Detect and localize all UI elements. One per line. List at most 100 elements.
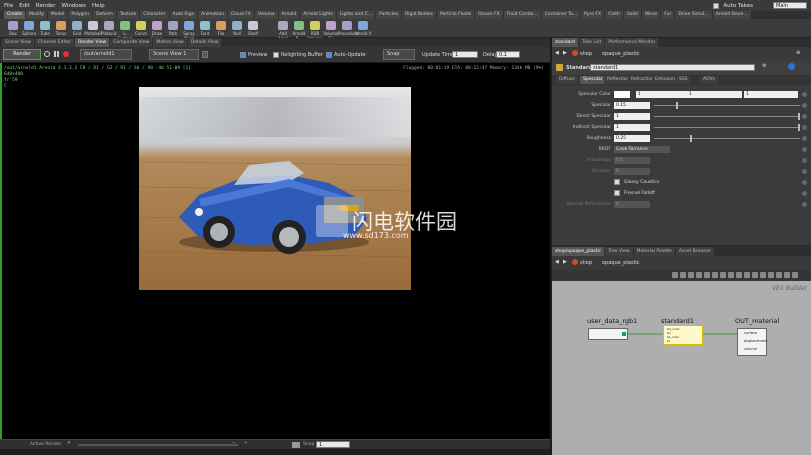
shelf-tab[interactable]: Polygon: [68, 11, 93, 19]
node-name-field[interactable]: standard1: [590, 64, 755, 71]
shelf-tab[interactable]: Create: [4, 11, 25, 19]
menu-edit[interactable]: Edit: [19, 3, 30, 9]
shelf-tab[interactable]: Particles: [376, 11, 402, 19]
network-tool-icon[interactable]: [752, 272, 758, 278]
stop-icon[interactable]: [63, 51, 69, 57]
shelf-tab[interactable]: Character: [140, 11, 169, 19]
slider-knob[interactable]: [675, 102, 678, 109]
network-tab[interactable]: Asset Browser: [675, 247, 714, 256]
viewer-tab[interactable]: Composite View: [110, 38, 153, 47]
shelf-tab[interactable]: Container To...: [541, 11, 581, 19]
shelf-tab[interactable]: Fluid Contai...: [503, 11, 541, 19]
desktop-select[interactable]: Main: [773, 2, 807, 9]
parameter-tab[interactable]: Take List: [578, 38, 605, 47]
parameter-field[interactable]: 1: [614, 124, 650, 131]
plus-icon[interactable]: +: [244, 441, 248, 446]
network-tool-icon[interactable]: [792, 272, 798, 278]
camera-select[interactable]: Scene View 1: [149, 49, 199, 60]
menu-windows[interactable]: Windows: [61, 3, 86, 9]
shelf-tab[interactable]: Auto Rigs: [169, 11, 197, 19]
snapshot-icon[interactable]: [292, 442, 300, 448]
shelf-tab[interactable]: Model: [47, 11, 68, 19]
slider-knob[interactable]: [690, 135, 692, 142]
viewer-tab[interactable]: Details View: [187, 38, 222, 47]
network-path-obj[interactable]: shop: [580, 260, 592, 266]
parameter-field[interactable]: 0.5: [614, 157, 650, 164]
parameter-reset-icon[interactable]: [802, 180, 807, 185]
network-tool-icon[interactable]: [712, 272, 718, 278]
parameter-slider[interactable]: [654, 113, 800, 120]
network-tool-icon[interactable]: [760, 272, 766, 278]
parameter-field[interactable]: 1: [744, 91, 798, 98]
viewer-tab[interactable]: Scene View: [2, 38, 34, 47]
network-tool-icon[interactable]: [672, 272, 678, 278]
specular-color-swatch[interactable]: [614, 91, 630, 98]
parameter-subtab[interactable]: SSS: [676, 76, 691, 84]
forward-icon[interactable]: ▶: [563, 259, 567, 265]
shelf-tab[interactable]: Cloth: [605, 11, 623, 19]
parameter-reset-icon[interactable]: [802, 202, 807, 207]
back-icon[interactable]: ◀: [555, 259, 559, 265]
parameter-subtab[interactable]: Emission: [652, 76, 679, 84]
shelf-tab[interactable]: Texture: [116, 11, 140, 19]
network-tool-icon[interactable]: [720, 272, 726, 278]
network-tool-icon[interactable]: [728, 272, 734, 278]
update-time-field[interactable]: 1: [452, 51, 478, 58]
relighting-checkbox[interactable]: [273, 52, 279, 58]
network-editor[interactable]: VEX Builder user_data_rgb1 standard1 Kd_…: [552, 281, 811, 455]
shelf-tab[interactable]: Ocean FX: [475, 11, 503, 19]
shelf-tab[interactable]: Deform: [93, 11, 116, 19]
snap-select[interactable]: Snap: [383, 49, 415, 60]
help-icon[interactable]: [788, 63, 795, 70]
network-tab[interactable]: Material Palette: [633, 247, 675, 256]
parameter-reset-icon[interactable]: [802, 169, 807, 174]
parameter-field[interactable]: Cook-Torrance: [614, 146, 670, 153]
network-tool-icon[interactable]: [744, 272, 750, 278]
parameter-checkbox[interactable]: [614, 190, 620, 196]
parameter-reset-icon[interactable]: [802, 191, 807, 196]
shelf-tab[interactable]: Animation: [197, 11, 227, 19]
shelf-tab[interactable]: Modify: [25, 11, 47, 19]
parameter-reset-icon[interactable]: [802, 147, 807, 152]
shelf-tab[interactable]: Drive Simul...: [675, 11, 712, 19]
parameter-slider[interactable]: [654, 124, 800, 131]
viewer-tab[interactable]: Channel Editor: [34, 38, 75, 47]
network-tool-icon[interactable]: [704, 272, 710, 278]
parameter-subtab[interactable]: Diffuse: [556, 76, 578, 84]
menu-help[interactable]: Help: [92, 3, 105, 9]
parameter-reset-icon[interactable]: [802, 125, 807, 130]
parameter-field[interactable]: 0: [614, 201, 650, 208]
delay-field[interactable]: 0.1: [496, 51, 520, 58]
shelf-tab[interactable]: Wires: [641, 11, 661, 19]
parameter-field[interactable]: 1: [687, 91, 737, 98]
network-tab[interactable]: shop/opaque_plastic: [552, 247, 605, 256]
refresh-icon[interactable]: [44, 51, 50, 57]
gear-icon[interactable]: ⚙: [762, 63, 766, 69]
parameter-tab[interactable]: standard: [552, 38, 578, 47]
shelf-tab[interactable]: Arnold Deve...: [712, 11, 751, 19]
parameter-tab[interactable]: Performance Monitor: [605, 38, 659, 47]
network-tool-icon[interactable]: [696, 272, 702, 278]
network-path-node[interactable]: opaque_plastic: [602, 260, 640, 266]
close-icon[interactable]: ✕: [67, 441, 71, 446]
snap-field[interactable]: 1: [316, 441, 350, 448]
camera-arrow-icon[interactable]: [202, 51, 208, 58]
network-tool-icon[interactable]: [776, 272, 782, 278]
shelf-tab[interactable]: Pyro FX: [581, 11, 605, 19]
parameter-reset-icon[interactable]: [802, 136, 807, 141]
render-button[interactable]: Render: [3, 49, 41, 60]
shelf-tool[interactable]: Shelf: [244, 21, 262, 36]
shelf-tab[interactable]: Solid: [623, 11, 641, 19]
path-node[interactable]: opaque_plastic: [602, 51, 640, 57]
slider-knob[interactable]: [798, 113, 800, 120]
shelf-tab[interactable]: Particle Fluids: [436, 11, 475, 19]
parameter-reset-icon[interactable]: [802, 158, 807, 163]
parameter-subtab[interactable]: Specular: [580, 76, 606, 84]
shelf-tab[interactable]: Arnold: [278, 11, 300, 19]
parameter-reset-icon[interactable]: [802, 114, 807, 119]
pin-icon[interactable]: ⊕: [796, 50, 800, 56]
slider-knob[interactable]: [798, 124, 800, 131]
menu-render[interactable]: Render: [36, 3, 56, 9]
forward-icon[interactable]: ▶: [563, 50, 567, 56]
parameter-field[interactable]: 0.25: [614, 135, 650, 142]
